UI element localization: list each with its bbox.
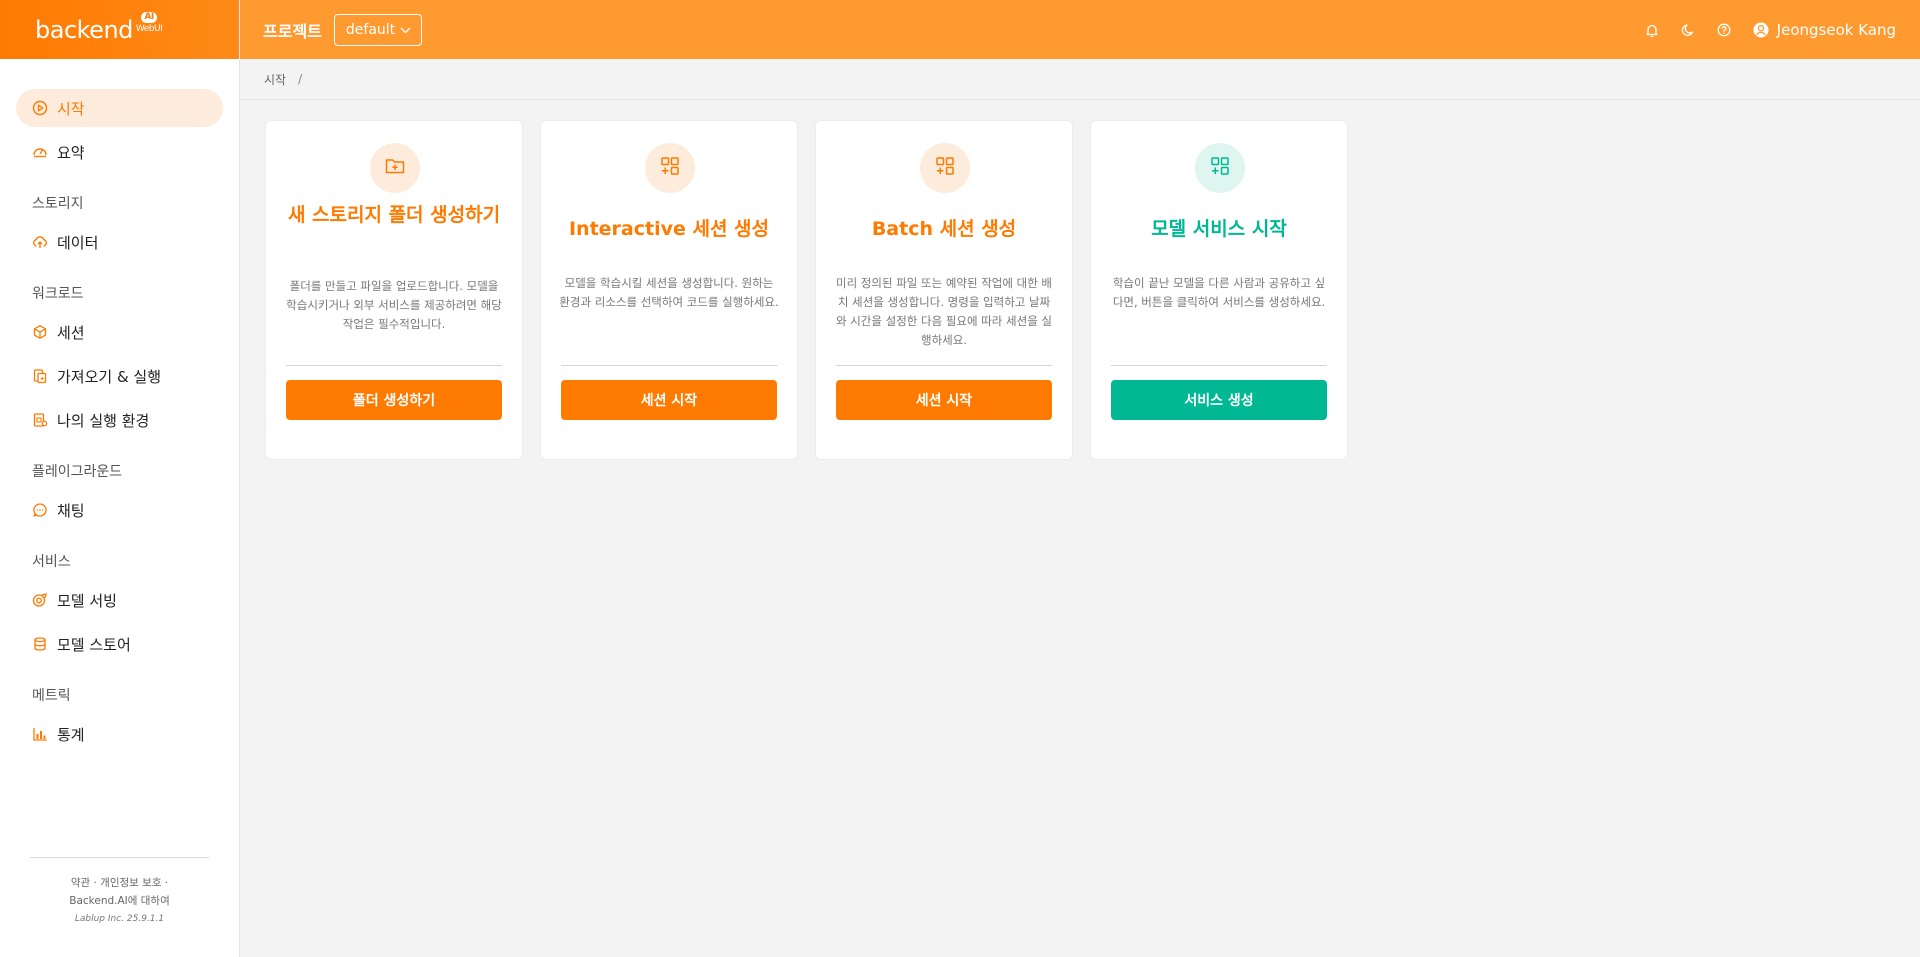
card-icon-circle: [370, 143, 420, 193]
logo-webui: WebUI: [135, 23, 163, 34]
logo-bar: backend AI WebUI: [0, 0, 239, 59]
database-icon: [32, 636, 48, 652]
version-text: Lablup Inc. 25.9.1.1: [74, 914, 165, 924]
top-header: 프로젝트 default Jeongseok Kang: [240, 0, 1920, 59]
card-title: Interactive 세션 생성: [568, 218, 770, 240]
start-cards: 새 스토리지 폴더 생성하기 폴더를 만들고 파일을 업로드합니다. 모델을 학…: [265, 120, 1365, 460]
sidebar-item-statistics[interactable]: 통계: [16, 715, 223, 753]
nav-group-storage: 스토리지: [32, 196, 84, 212]
chevron-down-icon: [400, 22, 411, 38]
card-description: 미리 정의된 파일 또는 예약된 작업에 대한 배치 세션을 생성합니다. 명령…: [835, 276, 1053, 347]
sidebar-item-label: 통계: [57, 725, 85, 744]
moon-icon[interactable]: [1681, 23, 1695, 37]
header-actions: Jeongseok Kang: [1623, 21, 1920, 39]
sidebar-item-label: 세션: [57, 323, 85, 342]
sidebar-item-data[interactable]: 데이터: [16, 223, 223, 261]
sidebar-nav: 시작 요약 스토리지 데이터 워크로드 세션 가져오기 & 실행 나의 실행 환…: [0, 59, 239, 753]
card-description: 폴더를 만들고 파일을 업로드합니다. 모델을 학습시키거나 외부 서비스를 제…: [286, 279, 502, 331]
project-select-value: default: [345, 21, 396, 38]
card-description: 학습이 끝난 모델을 다른 사람과 공유하고 싶다면, 버튼을 클릭하여 서비스…: [1112, 276, 1326, 309]
breadcrumb-separator: /: [298, 72, 303, 86]
environment-icon: [32, 412, 48, 428]
breadcrumb-current[interactable]: 시작: [264, 71, 286, 88]
app-logo[interactable]: backend AI WebUI: [35, 11, 163, 44]
bar-chart-icon: [32, 726, 48, 742]
breadcrumb: 시작 /: [240, 59, 1920, 100]
sidebar-item-label: 데이터: [57, 233, 99, 252]
user-menu[interactable]: Jeongseok Kang: [1753, 21, 1896, 39]
sidebar-item-label: 시작: [57, 99, 85, 118]
card-divider: [836, 365, 1052, 366]
sidebar-item-label: 모델 서빙: [57, 591, 117, 610]
card-description: 모델을 학습시킬 세션을 생성합니다. 원하는 환경과 리소스를 선택하여 코드…: [559, 276, 779, 309]
card-interactive-session: Interactive 세션 생성 모델을 학습시킬 세션을 생성합니다. 원하…: [540, 120, 798, 460]
app-add-icon: [934, 155, 956, 181]
bell-icon[interactable]: [1645, 23, 1659, 37]
footer-about-link[interactable]: Backend.AI에 대하여: [30, 892, 209, 910]
nav-group-workload: 워크로드: [32, 286, 84, 302]
sidebar-item-session[interactable]: 세션: [16, 313, 223, 351]
dashboard-icon: [32, 144, 48, 160]
card-model-service: 모델 서비스 시작 학습이 끝난 모델을 다른 사람과 공유하고 싶다면, 버튼…: [1090, 120, 1348, 460]
user-name: Jeongseok Kang: [1776, 20, 1896, 39]
card-title: 모델 서비스 시작: [1151, 218, 1287, 240]
folder-add-icon: [384, 155, 406, 181]
cube-icon: [32, 324, 48, 340]
sidebar-item-summary[interactable]: 요약: [16, 133, 223, 171]
project-select[interactable]: default: [333, 13, 422, 46]
card-divider: [1111, 365, 1327, 366]
card-divider: [286, 365, 502, 366]
create-service-button[interactable]: 서비스 생성: [1111, 380, 1327, 420]
nav-group-metric: 메트릭: [32, 688, 71, 704]
sidebar-item-model-store[interactable]: 모델 스토어: [16, 625, 223, 663]
start-interactive-session-button[interactable]: 세션 시작: [561, 380, 777, 420]
project-label: 프로젝트: [263, 21, 322, 41]
card-title: 새 스토리지 폴더 생성하기: [287, 204, 501, 226]
serving-icon: [32, 592, 48, 608]
help-icon[interactable]: [1717, 23, 1731, 37]
card-title: Batch 세션 생성: [871, 218, 1017, 240]
sidebar: backend AI WebUI 시작 요약 스토리지 데이터 워크로드 세션 …: [0, 0, 240, 957]
start-batch-session-button[interactable]: 세션 시작: [836, 380, 1052, 420]
card-batch-session: Batch 세션 생성 미리 정의된 파일 또는 예약된 작업에 대한 배치 세…: [815, 120, 1073, 460]
sidebar-item-label: 모델 스토어: [57, 635, 131, 654]
card-icon-circle: [1195, 143, 1245, 193]
sidebar-item-model-serving[interactable]: 모델 서빙: [16, 581, 223, 619]
nav-group-service: 서비스: [32, 554, 71, 570]
create-folder-button[interactable]: 폴더 생성하기: [286, 380, 502, 420]
play-circle-icon: [32, 100, 48, 116]
sidebar-item-label: 가져오기 & 실행: [57, 367, 162, 386]
app-add-icon: [659, 155, 681, 181]
user-avatar-icon: [1753, 22, 1769, 38]
chat-icon: [32, 502, 48, 518]
sidebar-item-label: 요약: [57, 143, 85, 162]
card-icon-circle: [920, 143, 970, 193]
logo-ai-badge: AI: [141, 11, 157, 23]
app-add-icon: [1209, 155, 1231, 181]
card-icon-circle: [645, 143, 695, 193]
card-divider: [561, 365, 777, 366]
cloud-upload-icon: [32, 234, 48, 250]
card-create-storage-folder: 새 스토리지 폴더 생성하기 폴더를 만들고 파일을 업로드합니다. 모델을 학…: [265, 120, 523, 460]
sidebar-item-start[interactable]: 시작: [16, 89, 223, 127]
logo-text: backend: [35, 15, 133, 44]
sidebar-item-chat[interactable]: 채팅: [16, 491, 223, 529]
sidebar-footer: 약관 · 개인정보 보호 · Backend.AI에 대하여 Lablup In…: [30, 857, 209, 928]
nav-group-playground: 플레이그라운드: [32, 464, 123, 480]
sidebar-item-label: 나의 실행 환경: [57, 411, 150, 430]
footer-links[interactable]: 약관 · 개인정보 보호 ·: [30, 874, 209, 892]
sidebar-item-my-environment[interactable]: 나의 실행 환경: [16, 401, 223, 439]
sidebar-item-import-run[interactable]: 가져오기 & 실행: [16, 357, 223, 395]
sidebar-item-label: 채팅: [57, 501, 85, 520]
import-icon: [32, 368, 48, 384]
